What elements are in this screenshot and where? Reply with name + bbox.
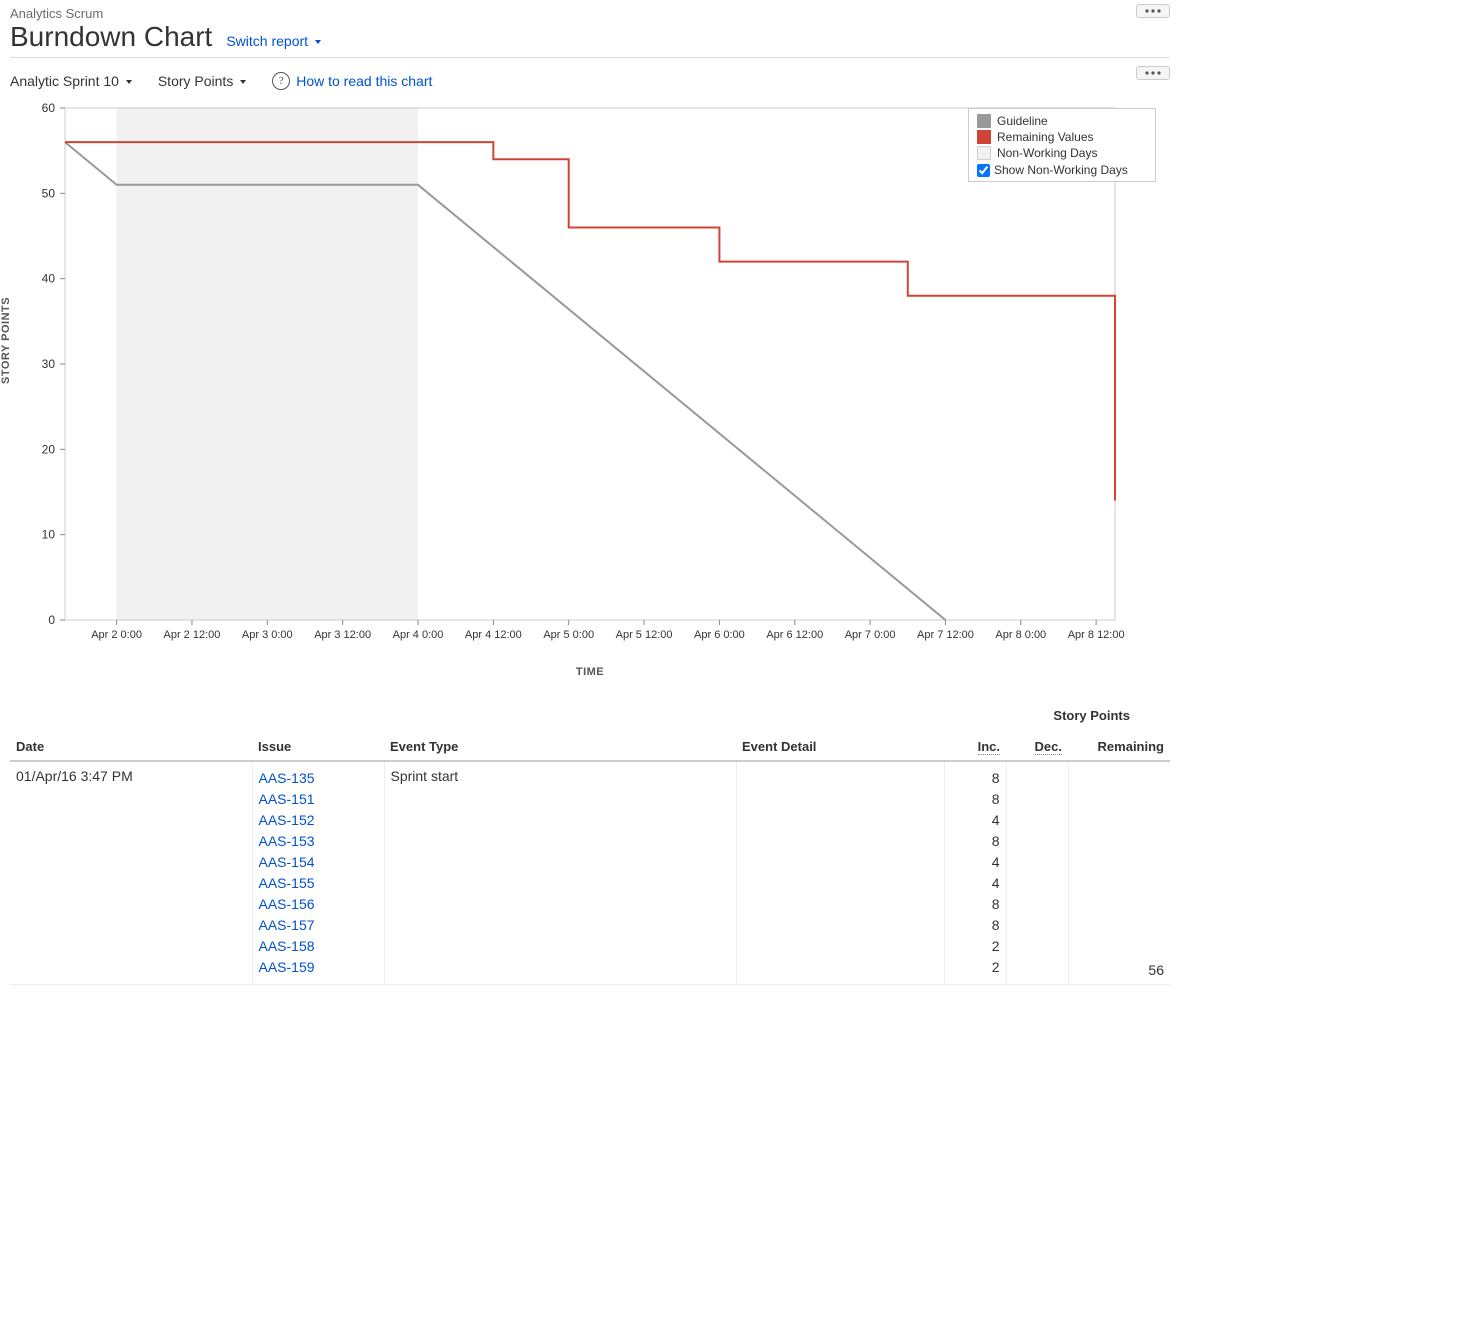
legend-label: Remaining Values [997, 130, 1094, 144]
cell-remaining: 56 [1068, 761, 1170, 985]
table-header-row: Date Issue Event Type Event Detail Inc. … [10, 733, 1170, 761]
issue-link[interactable]: AAS-152 [259, 810, 378, 831]
svg-text:Apr 3 0:00: Apr 3 0:00 [242, 629, 293, 641]
story-points-header: Story Points [870, 708, 1170, 723]
svg-text:Apr 2 0:00: Apr 2 0:00 [91, 629, 142, 641]
col-event-detail: Event Detail [736, 733, 944, 761]
sprint-selector-label: Analytic Sprint 10 [10, 73, 119, 89]
issue-link[interactable]: AAS-155 [259, 873, 378, 894]
legend-item-nonworking: Non-Working Days [977, 145, 1147, 161]
switch-report-label: Switch report [226, 33, 308, 49]
sprint-selector[interactable]: Analytic Sprint 10 [10, 73, 132, 89]
ellipsis-icon [1145, 9, 1161, 13]
show-nonworking-checkbox[interactable] [977, 164, 990, 177]
question-icon: ? [272, 72, 290, 90]
svg-text:Apr 5 0:00: Apr 5 0:00 [543, 629, 594, 641]
svg-text:Apr 4 0:00: Apr 4 0:00 [393, 629, 444, 641]
svg-text:Apr 6 0:00: Apr 6 0:00 [694, 629, 745, 641]
svg-text:10: 10 [42, 528, 56, 542]
y-axis-label: STORY POINTS [0, 297, 12, 384]
legend-label: Non-Working Days [997, 146, 1097, 160]
cell-dec [1006, 761, 1068, 985]
svg-text:Apr 7 12:00: Apr 7 12:00 [917, 629, 974, 641]
chevron-down-icon [240, 80, 246, 84]
x-axis-label: TIME [10, 666, 1170, 678]
issue-link[interactable]: AAS-153 [259, 831, 378, 852]
svg-text:Apr 8 12:00: Apr 8 12:00 [1068, 629, 1125, 641]
col-dec: Dec. [1006, 733, 1068, 761]
chevron-down-icon [126, 80, 132, 84]
table-superheader-row: Story Points [10, 708, 1170, 723]
col-issue: Issue [252, 733, 384, 761]
legend-label: Guideline [997, 114, 1048, 128]
col-remaining: Remaining [1068, 733, 1170, 761]
svg-text:Apr 5 12:00: Apr 5 12:00 [616, 629, 673, 641]
help-link-label: How to read this chart [296, 73, 432, 89]
svg-text:Apr 8 0:00: Apr 8 0:00 [995, 629, 1046, 641]
legend-swatch [977, 130, 991, 144]
cell-issue: AAS-135AAS-151AAS-152AAS-153AAS-154AAS-1… [252, 761, 384, 985]
svg-text:0: 0 [48, 613, 55, 627]
events-table: Date Issue Event Type Event Detail Inc. … [10, 733, 1170, 985]
legend-show-nonworking[interactable]: Show Non-Working Days [977, 161, 1147, 177]
switch-report-link[interactable]: Switch report [226, 33, 321, 49]
svg-text:Apr 4 12:00: Apr 4 12:00 [465, 629, 522, 641]
issue-link[interactable]: AAS-151 [259, 789, 378, 810]
issue-link[interactable]: AAS-159 [259, 957, 378, 978]
burndown-chart: 0 10 20 30 40 50 60 Apr 2 0:00 Apr 2 12:00 Apr 3 … [10, 100, 1130, 660]
issue-link[interactable]: AAS-157 [259, 915, 378, 936]
issue-link[interactable]: AAS-156 [259, 894, 378, 915]
page-header: Analytics Scrum Burndown Chart Switch re… [10, 0, 1170, 58]
legend-label: Show Non-Working Days [994, 163, 1128, 177]
svg-text:Apr 7 0:00: Apr 7 0:00 [845, 629, 896, 641]
svg-text:40: 40 [42, 272, 56, 286]
col-inc: Inc. [944, 733, 1006, 761]
cell-event-type: Sprint start [384, 761, 736, 985]
breadcrumb: Analytics Scrum [10, 6, 1170, 21]
cell-event-detail [736, 761, 944, 985]
page-title: Burndown Chart [10, 21, 212, 53]
legend-swatch [977, 114, 991, 128]
col-event-type: Event Type [384, 733, 736, 761]
issue-link[interactable]: AAS-158 [259, 936, 378, 957]
page-more-button[interactable] [1136, 4, 1170, 18]
help-link[interactable]: ? How to read this chart [272, 72, 432, 90]
svg-text:30: 30 [42, 357, 56, 371]
legend-swatch [977, 146, 991, 160]
cell-date: 01/Apr/16 3:47 PM [10, 761, 252, 985]
cell-inc: 8848448822 [944, 761, 1006, 985]
toolbar: Analytic Sprint 10 Story Points ? How to… [10, 58, 1170, 100]
estimation-selector-label: Story Points [158, 73, 233, 89]
ellipsis-icon [1145, 71, 1161, 75]
col-date: Date [10, 733, 252, 761]
svg-text:Apr 3 12:00: Apr 3 12:00 [314, 629, 371, 641]
chevron-down-icon [315, 40, 321, 44]
chart-more-button[interactable] [1136, 66, 1170, 80]
issue-link[interactable]: AAS-135 [259, 768, 378, 789]
estimation-selector[interactable]: Story Points [158, 73, 246, 89]
svg-text:50: 50 [42, 186, 56, 200]
legend-item-remaining: Remaining Values [977, 129, 1147, 145]
svg-text:60: 60 [42, 101, 56, 115]
chart-legend: Guideline Remaining Values Non-Working D… [968, 108, 1156, 182]
legend-item-guideline: Guideline [977, 113, 1147, 129]
table-row: 01/Apr/16 3:47 PMAAS-135AAS-151AAS-152AA… [10, 761, 1170, 985]
svg-text:Apr 6 12:00: Apr 6 12:00 [766, 629, 823, 641]
chart-container: STORY POINTS 0102030405060Apr 2 0:00Apr … [10, 100, 1170, 708]
svg-text:20: 20 [42, 442, 56, 456]
issue-link[interactable]: AAS-154 [259, 852, 378, 873]
svg-text:Apr 2 12:00: Apr 2 12:00 [164, 629, 221, 641]
